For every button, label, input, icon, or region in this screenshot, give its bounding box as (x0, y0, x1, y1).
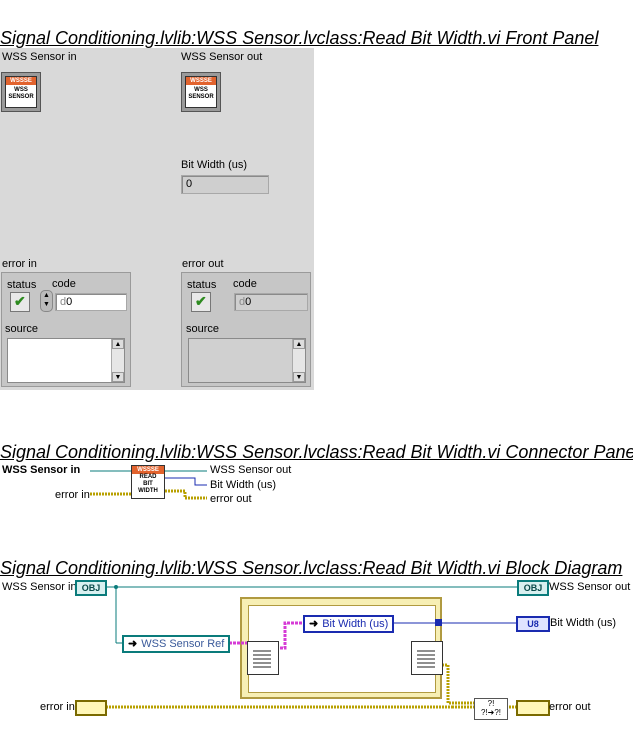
scroll-up-icon[interactable]: ▲ (293, 339, 305, 349)
error-in-code-value: 0 (66, 296, 73, 308)
bd-bit-width-label: Bit Width (us) (550, 617, 617, 629)
wss-sensor-in-label: WSS Sensor in (2, 51, 77, 63)
wss-out-icon-text: WSS (194, 87, 208, 93)
element-out-border-node-icon[interactable] (411, 641, 443, 675)
merge-errors-icon[interactable]: ?! ?!➜?! (474, 698, 508, 720)
wss-sensor-ref-node[interactable]: ➜ WSS Sensor Ref (122, 635, 231, 653)
vi-icon-text-3: WIDTH (138, 488, 158, 494)
error-in-label: error in (2, 258, 37, 270)
bd-wss-in-label: WSS Sensor in (2, 581, 77, 593)
error-in-source-input[interactable]: ▲ ▼ (7, 338, 125, 383)
wss-sensor-in-control[interactable]: WSSSE WSS SENSOR (1, 72, 41, 112)
bd-wss-out-terminal[interactable]: OBJ (517, 580, 549, 596)
element-in-border-node-icon[interactable] (247, 641, 279, 675)
vi-icon: WSSSE READ BIT WIDTH (131, 465, 165, 499)
scroll-up-icon[interactable]: ▲ (112, 339, 124, 349)
wss-sensor-out-label: WSS Sensor out (181, 51, 263, 63)
vi-icon-text-1: READ (139, 474, 157, 480)
bit-width-property-node[interactable]: ➜ Bit Width (us) (303, 615, 395, 633)
error-in-source-label: source (5, 323, 39, 335)
bit-width-indicator: 0 (181, 175, 269, 194)
bd-error-out-label: error out (549, 701, 591, 713)
error-out-code-indicator: d0 (234, 293, 308, 311)
error-in-code-incdec[interactable]: ▲ ▼ (40, 290, 53, 312)
bit-width-property-label: Bit Width (us) (322, 618, 389, 630)
error-in-status-label: status (7, 279, 37, 291)
bd-error-in-terminal[interactable] (75, 700, 107, 716)
error-out-label: error out (182, 258, 224, 270)
bd-wss-in-terminal[interactable]: OBJ (75, 580, 107, 596)
error-out-source-indicator: ▲ ▼ (188, 338, 306, 383)
bd-error-out-terminal[interactable] (516, 700, 550, 716)
wss-icon-header: WSSSE (6, 77, 36, 85)
wss-sensor-ref-label: WSS Sensor Ref (141, 638, 225, 650)
connector-pane-wires (90, 470, 207, 500)
error-in-code-label: code (52, 278, 76, 290)
cp-error-out-label: error out (210, 493, 252, 505)
error-out-source-label: source (186, 323, 220, 335)
wss-icon-text-2: SENSOR (8, 94, 34, 100)
cp-wss-out-label: WSS Sensor out (210, 464, 292, 476)
vi-icon-header: WSSSE (132, 466, 164, 474)
cp-error-in-label: error in (55, 489, 90, 501)
vi-icon-text-2: BIT (143, 481, 153, 487)
bd-bit-width-terminal[interactable]: U8 (516, 616, 550, 632)
error-in-status-checkbox[interactable] (10, 292, 30, 312)
bit-width-label: Bit Width (us) (181, 159, 248, 171)
wss-sensor-out-indicator: WSSSE WSS SENSOR (181, 72, 221, 112)
error-in-code-input[interactable]: d0 (55, 293, 127, 311)
wss-out-icon-header: WSSSE (186, 77, 216, 85)
bd-wss-out-label: WSS Sensor out (549, 581, 631, 593)
front-panel-title: Signal Conditioning.lvlib:WSS Sensor.lvc… (0, 28, 599, 48)
cp-bit-width-label: Bit Width (us) (210, 479, 277, 491)
error-out-status-label: status (187, 279, 217, 291)
bd-error-in-label: error in (40, 701, 75, 713)
error-out-code-label: code (233, 278, 257, 290)
error-out-source-scrollbar[interactable]: ▲ ▼ (292, 339, 305, 382)
scroll-down-icon[interactable]: ▼ (112, 372, 124, 382)
block-diagram-wires (106, 585, 517, 709)
scroll-down-icon[interactable]: ▼ (293, 372, 305, 382)
wss-out-icon-text-2: SENSOR (188, 94, 214, 100)
error-in-source-scrollbar[interactable]: ▲ ▼ (111, 339, 124, 382)
error-out-code-value: 0 (245, 296, 252, 308)
cp-wss-in-label: WSS Sensor in (2, 464, 81, 476)
wss-icon-text: WSS (14, 87, 28, 93)
error-out-status-indicator (191, 292, 211, 312)
